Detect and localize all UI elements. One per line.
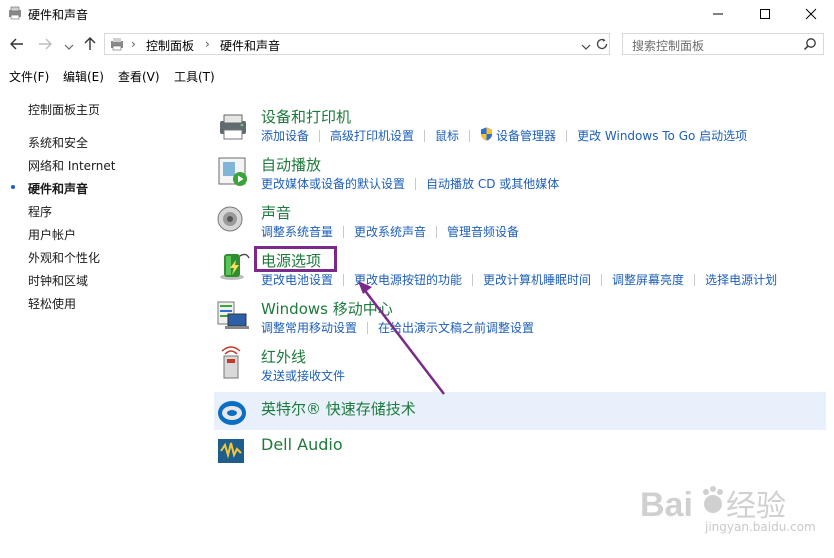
annotation-arrow-icon	[358, 281, 445, 395]
svg-text:经验: 经验	[726, 489, 786, 524]
watermark-url: jingyan.baidu.com	[705, 520, 816, 534]
svg-text:Bai: Bai	[640, 486, 693, 524]
